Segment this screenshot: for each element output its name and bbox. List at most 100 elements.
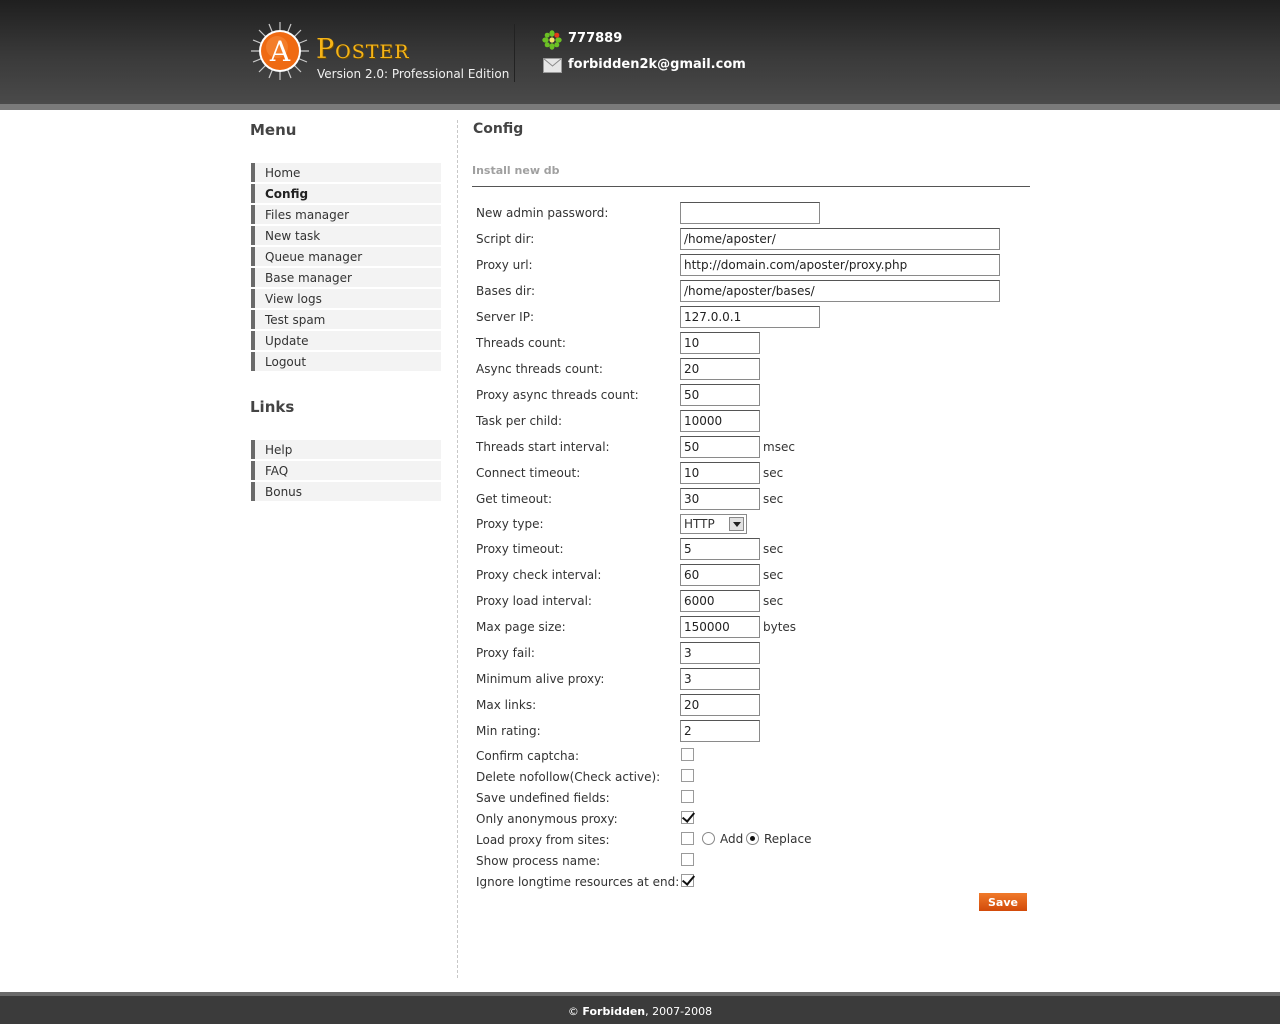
proxy-url-input[interactable] — [680, 254, 1000, 276]
min-alive-proxy-label: Minimum alive proxy: — [476, 672, 605, 686]
save-undefined-label: Save undefined fields: — [476, 791, 610, 805]
chevron-down-icon[interactable] — [729, 517, 744, 531]
connect-timeout-unit: sec — [763, 466, 784, 480]
icq-number: 777889 — [568, 31, 623, 46]
min-rating-input[interactable] — [680, 720, 760, 742]
proxy-type-select[interactable]: HTTP — [680, 514, 747, 534]
delete-nofollow-label: Delete nofollow(Check active): — [476, 770, 661, 784]
links-menu: Help FAQ Bonus — [251, 440, 441, 503]
copyright-symbol: © — [567, 1005, 579, 1018]
async-threads-label: Async threads count: — [476, 362, 603, 376]
min-alive-proxy-input[interactable] — [680, 668, 760, 690]
proxy-type-label: Proxy type: — [476, 517, 544, 531]
proxy-timeout-input[interactable] — [680, 538, 760, 560]
load-proxy-checkbox[interactable] — [681, 832, 694, 845]
links-heading: Links — [250, 398, 295, 416]
script-dir-label: Script dir: — [476, 232, 535, 246]
menu-heading: Menu — [250, 121, 297, 139]
show-process-checkbox[interactable] — [681, 853, 694, 866]
footer-years: , 2007-2008 — [645, 1005, 713, 1018]
get-timeout-unit: sec — [763, 492, 784, 506]
header-divider — [514, 24, 515, 82]
menu-item-base-manager[interactable]: Base manager — [251, 268, 441, 287]
proxy-fail-input[interactable] — [680, 642, 760, 664]
proxy-async-threads-input[interactable] — [680, 384, 760, 406]
load-proxy-add-radio[interactable] — [702, 832, 715, 845]
ignore-longtime-checkbox[interactable] — [681, 874, 694, 887]
load-proxy-label: Load proxy from sites: — [476, 833, 610, 847]
threads-start-interval-input[interactable] — [680, 436, 760, 458]
menu-item-files-manager[interactable]: Files manager — [251, 205, 441, 224]
proxy-check-interval-unit: sec — [763, 568, 784, 582]
menu-item-queue-manager[interactable]: Queue manager — [251, 247, 441, 266]
menu-item-view-logs[interactable]: View logs — [251, 289, 441, 308]
max-page-size-input[interactable] — [680, 616, 760, 638]
install-new-db-link[interactable]: Install new db — [472, 164, 560, 177]
threads-start-interval-label: Threads start interval: — [476, 440, 610, 454]
threads-count-label: Threads count: — [476, 336, 566, 350]
logo-sun-icon: A — [251, 22, 309, 80]
script-dir-input[interactable] — [680, 228, 1000, 250]
proxy-timeout-unit: sec — [763, 542, 784, 556]
proxy-load-interval-label: Proxy load interval: — [476, 594, 592, 608]
min-rating-label: Min rating: — [476, 724, 541, 738]
footer: © Forbidden, 2007-2008 — [0, 992, 1280, 1024]
proxy-url-label: Proxy url: — [476, 258, 533, 272]
envelope-icon — [543, 58, 562, 73]
save-button[interactable]: Save — [979, 893, 1027, 911]
proxy-check-interval-label: Proxy check interval: — [476, 568, 602, 582]
menu-item-test-spam[interactable]: Test spam — [251, 310, 441, 329]
footer-owner[interactable]: Forbidden — [582, 1005, 645, 1018]
connect-timeout-input[interactable] — [680, 462, 760, 484]
contact-email[interactable]: forbidden2k@gmail.com — [568, 57, 746, 72]
max-links-label: Max links: — [476, 698, 537, 712]
logo-title: Poster — [316, 34, 410, 65]
only-anonymous-checkbox[interactable] — [681, 811, 694, 824]
admin-password-input[interactable] — [680, 202, 820, 224]
show-process-label: Show process name: — [476, 854, 601, 868]
get-timeout-label: Get timeout: — [476, 492, 553, 506]
load-proxy-add-label: Add — [720, 832, 744, 846]
load-proxy-replace-radio[interactable] — [746, 832, 759, 845]
save-undefined-checkbox[interactable] — [681, 790, 694, 803]
connect-timeout-label: Connect timeout: — [476, 466, 581, 480]
max-links-input[interactable] — [680, 694, 760, 716]
logo-letter: A — [269, 35, 291, 68]
proxy-check-interval-input[interactable] — [680, 564, 760, 586]
confirm-captcha-label: Confirm captcha: — [476, 749, 579, 763]
menu-item-logout[interactable]: Logout — [251, 352, 441, 371]
proxy-load-interval-input[interactable] — [680, 590, 760, 612]
proxy-fail-label: Proxy fail: — [476, 646, 535, 660]
content-divider — [457, 120, 458, 978]
main-menu: Home Config Files manager New task Queue… — [251, 163, 441, 373]
menu-item-update[interactable]: Update — [251, 331, 441, 350]
confirm-captcha-checkbox[interactable] — [681, 748, 694, 761]
link-item-bonus[interactable]: Bonus — [251, 482, 441, 501]
server-ip-input[interactable] — [680, 306, 820, 328]
bases-dir-input[interactable] — [680, 280, 1000, 302]
proxy-async-threads-label: Proxy async threads count: — [476, 388, 639, 402]
menu-item-new-task[interactable]: New task — [251, 226, 441, 245]
section-divider — [472, 186, 1030, 187]
delete-nofollow-checkbox[interactable] — [681, 769, 694, 782]
threads-count-input[interactable] — [680, 332, 760, 354]
task-per-child-input[interactable] — [680, 410, 760, 432]
link-item-help[interactable]: Help — [251, 440, 441, 459]
header-bottom-bar — [0, 104, 1280, 110]
task-per-child-label: Task per child: — [476, 414, 562, 428]
load-proxy-replace-label: Replace — [764, 832, 812, 846]
menu-item-config[interactable]: Config — [251, 184, 441, 203]
async-threads-input[interactable] — [680, 358, 760, 380]
admin-password-label: New admin password: — [476, 206, 609, 220]
get-timeout-input[interactable] — [680, 488, 760, 510]
server-ip-label: Server IP: — [476, 310, 534, 324]
app-version: Version 2.0: Professional Edition — [317, 67, 510, 81]
link-item-faq[interactable]: FAQ — [251, 461, 441, 480]
proxy-timeout-label: Proxy timeout: — [476, 542, 564, 556]
header: A Poster Version 2.0: Professional Editi… — [0, 0, 1280, 104]
menu-item-home[interactable]: Home — [251, 163, 441, 182]
threads-start-interval-unit: msec — [763, 440, 795, 454]
max-page-size-label: Max page size: — [476, 620, 566, 634]
proxy-type-value: HTTP — [684, 517, 715, 531]
footer-copyright: © Forbidden, 2007-2008 — [0, 1005, 1280, 1018]
